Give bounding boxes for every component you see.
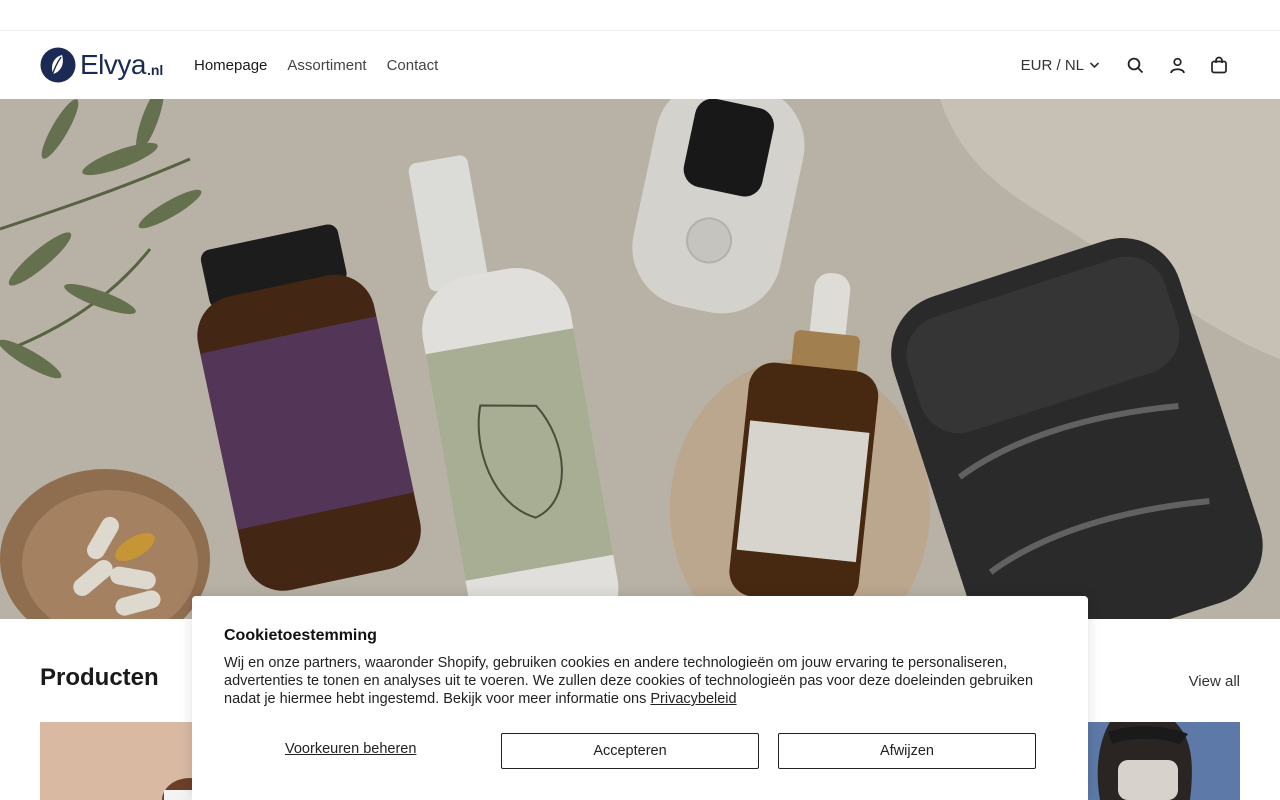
view-all-link[interactable]: View all [1189,673,1240,690]
search-button[interactable] [1114,44,1156,86]
locale-selector[interactable]: EUR / NL [1021,57,1100,74]
product-card-image[interactable] [40,722,200,800]
announcement-bar [0,0,1280,31]
cookie-consent-banner: Cookietoestemming Wij en onze partners, … [192,596,1088,800]
nav-item-contact[interactable]: Contact [387,57,439,74]
chevron-down-icon [1089,62,1100,69]
brand-tld: .nl [146,62,164,78]
cart-icon [1211,56,1227,74]
account-icon [1169,57,1185,73]
logo[interactable]: Elvya .nl [40,47,163,83]
products-heading: Producten [40,664,159,691]
brand-name: Elvya [80,49,146,80]
cookie-body: Wij en onze partners, waaronder Shopify,… [224,655,1034,707]
leaf-logo-icon [40,47,76,83]
account-button[interactable] [1156,44,1198,86]
site-header: Elvya .nl Homepage Assortiment Contact E… [0,31,1280,99]
cookie-text: Wij en onze partners, waaronder Shopify,… [224,654,1054,708]
nav-item-assortiment[interactable]: Assortiment [287,57,366,74]
search-icon [1127,57,1143,73]
hero-image [0,99,1280,619]
cart-button[interactable] [1198,44,1240,86]
accept-button[interactable]: Accepteren [501,733,759,769]
privacy-policy-link[interactable]: Privacybeleid [650,691,736,707]
header-actions: EUR / NL [1021,31,1240,99]
locale-label: EUR / NL [1020,56,1084,74]
nav-item-homepage[interactable]: Homepage [194,57,267,74]
decline-button[interactable]: Afwijzen [778,733,1036,769]
main-nav: Homepage Assortiment Contact [194,31,438,99]
manage-preferences-button[interactable]: Voorkeuren beheren [285,741,416,757]
product-card-image[interactable] [1080,722,1240,800]
cookie-title: Cookietoestemming [224,627,377,644]
